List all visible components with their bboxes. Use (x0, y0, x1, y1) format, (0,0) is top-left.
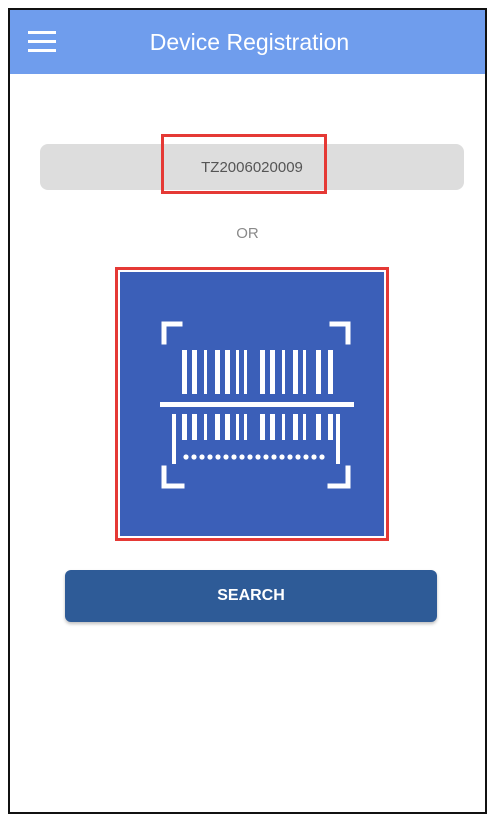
app-screen: Device Registration OR (8, 8, 487, 814)
search-button[interactable]: SEARCH (65, 570, 437, 622)
app-bar: Device Registration (10, 10, 485, 74)
device-id-input[interactable] (40, 144, 464, 190)
barcode-scan-icon (160, 321, 354, 489)
barcode-scan-button[interactable] (120, 272, 384, 536)
page-title: Device Registration (149, 29, 350, 55)
or-separator-label: OR (236, 225, 259, 242)
